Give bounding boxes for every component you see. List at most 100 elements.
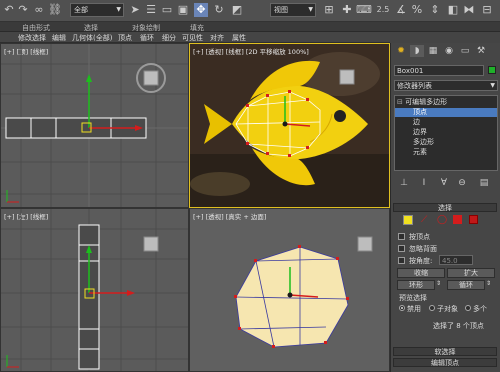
- select-manipulate-icon[interactable]: ✚: [340, 3, 354, 17]
- menu-loops[interactable]: 循环: [140, 33, 154, 43]
- undo-icon[interactable]: ↶: [2, 3, 16, 17]
- preview-off-label: 禁用: [407, 305, 421, 313]
- loop-button[interactable]: 循环: [447, 280, 485, 290]
- viewport-label[interactable]: [+] [透视] [线框] [2D 平移缩放 100%]: [193, 46, 309, 56]
- stack-subitem-polygon[interactable]: 多边形: [395, 138, 497, 147]
- axis-tripod-left: [6, 355, 19, 368]
- viewport-left[interactable]: [+] [左] [线框]: [0, 208, 189, 372]
- ignore-backfacing-checkbox[interactable]: [398, 245, 405, 252]
- scale-icon[interactable]: ◩: [230, 3, 244, 17]
- viewport-top[interactable]: [+] [顶] [线框]: [0, 43, 189, 208]
- axis-tripod-top: [6, 190, 19, 203]
- loop-spinner-icon[interactable]: ⇕: [486, 280, 491, 287]
- menu-properties[interactable]: 属性: [232, 33, 246, 43]
- stack-subitem-vertex[interactable]: 顶点: [395, 108, 497, 117]
- redo-icon[interactable]: ↷: [16, 3, 30, 17]
- element-mode-icon[interactable]: [469, 215, 478, 224]
- pivot-center-icon[interactable]: ⊞: [322, 3, 336, 17]
- create-tab-icon[interactable]: ✹: [394, 45, 408, 57]
- utilities-tab-icon[interactable]: ⚒: [474, 45, 488, 57]
- hierarchy-tab-icon[interactable]: ▦: [426, 45, 440, 57]
- polygon-mode-icon[interactable]: [453, 215, 462, 224]
- rotate-icon[interactable]: ↻: [212, 3, 226, 17]
- display-tab-icon[interactable]: ▭: [458, 45, 472, 57]
- spinner-snap-icon[interactable]: ⇕: [428, 3, 442, 17]
- ring-button[interactable]: 环形: [397, 280, 435, 290]
- modifier-stack: ⊟ 可编辑多边形 顶点 边 边界 多边形 元素: [394, 95, 498, 171]
- rollout-soft-selection-title: 软选择: [434, 348, 456, 356]
- chevron-down-icon: ▼: [116, 6, 121, 13]
- viewcube-top: [136, 63, 166, 93]
- modifier-list-label: 修改器列表: [397, 82, 432, 90]
- command-panel: ✹ ◗ ▦ ◉ ▭ ⚒ Box001 修改器列表 ▼ ⊟ 可编辑多边形 顶点 边…: [390, 43, 500, 372]
- remove-modifier-icon[interactable]: ⊖: [455, 177, 469, 189]
- menu-geometry-all[interactable]: 几何体(全部): [72, 33, 112, 43]
- stack-item-editable-poly[interactable]: ⊟ 可编辑多边形: [395, 98, 497, 107]
- configure-modifier-sets-icon[interactable]: ▤: [477, 177, 491, 189]
- selection-filter-dropdown[interactable]: 全部 ▼: [70, 3, 124, 17]
- rollout-selection-title: 选择: [438, 204, 452, 212]
- viewport-grid: [1, 44, 188, 207]
- menu-vertices[interactable]: 顶点: [118, 33, 132, 43]
- main-toolbar: ↶ ↷ ∞ ⛓ 全部 ▼ ➤ ☰ ▭ ▣ ✥ ↻ ◩ 视图 ▼ ⊞ ✚ ⌨ 2.…: [0, 0, 500, 22]
- move-icon[interactable]: ✥: [194, 3, 208, 17]
- rect-selection-icon[interactable]: ▭: [160, 3, 174, 17]
- preview-subobject-radio[interactable]: [429, 305, 435, 311]
- pin-stack-icon[interactable]: ⊥: [397, 177, 411, 189]
- link-icon[interactable]: ∞: [32, 3, 46, 17]
- border-mode-icon[interactable]: ◯: [437, 215, 447, 225]
- viewcube-persp: [339, 69, 355, 85]
- preview-multi-radio[interactable]: [465, 305, 471, 311]
- viewport-scene: [234, 236, 373, 348]
- percent-snap-icon[interactable]: %: [410, 3, 424, 17]
- viewport-perspective-shaded[interactable]: [+] [透视] [真实 + 边面]: [189, 208, 390, 372]
- viewport-perspective[interactable]: [+] [透视] [线框] [2D 平移缩放 100%]: [189, 43, 390, 208]
- object-name-field[interactable]: Box001: [394, 65, 484, 76]
- by-vertex-checkbox[interactable]: [398, 233, 405, 240]
- align-icon[interactable]: ⊟: [480, 3, 494, 17]
- menu-modify-selection[interactable]: 修改选择: [18, 33, 46, 43]
- viewcube-persp2: [357, 236, 373, 252]
- stack-subitem-element[interactable]: 元素: [395, 148, 497, 157]
- by-angle-checkbox[interactable]: [398, 257, 405, 264]
- named-selection-icon[interactable]: ◧: [446, 3, 460, 17]
- menu-edit[interactable]: 编辑: [52, 33, 66, 43]
- selection-filter-value: 全部: [74, 6, 88, 14]
- modifier-list-dropdown[interactable]: 修改器列表 ▼: [394, 80, 498, 91]
- rollout-edit-vertices[interactable]: 编辑顶点: [393, 358, 497, 367]
- shrink-button[interactable]: 收缩: [397, 268, 445, 278]
- chevron-down-icon: ▼: [490, 82, 495, 89]
- snap-toggle[interactable]: 2.5: [374, 3, 392, 17]
- edge-mode-icon[interactable]: ⟋: [421, 215, 431, 225]
- modify-tab-icon[interactable]: ◗: [410, 45, 424, 57]
- graphite-menubar: 修改选择 编辑 几何体(全部) 顶点 循环 细分 可见性 对齐 属性: [0, 32, 390, 43]
- object-color-swatch[interactable]: [488, 66, 496, 74]
- reference-coordinate-dropdown[interactable]: 视图 ▼: [270, 3, 316, 17]
- menu-align[interactable]: 对齐: [210, 33, 224, 43]
- show-end-result-icon[interactable]: I: [417, 177, 431, 189]
- preview-subobject-label: 子对象: [437, 305, 458, 313]
- rollout-selection[interactable]: 选择: [393, 203, 497, 212]
- select-by-name-icon[interactable]: ☰: [144, 3, 158, 17]
- keyboard-shortcut-icon[interactable]: ⌨: [356, 3, 372, 17]
- mirror-icon[interactable]: ⧓: [462, 3, 476, 17]
- unlink-icon[interactable]: ⛓: [48, 3, 62, 17]
- angle-snap-icon[interactable]: ∡: [394, 3, 408, 17]
- menu-visibility[interactable]: 可见性: [182, 33, 203, 43]
- preview-selection-title: 预览选择: [399, 294, 427, 302]
- stack-subitem-border[interactable]: 边界: [395, 128, 497, 137]
- vertex-mode-icon[interactable]: [403, 215, 413, 225]
- ring-spinner-icon[interactable]: ⇕: [436, 280, 441, 287]
- selection-status: 选择了 8 个顶点: [433, 322, 484, 330]
- menu-subdivision[interactable]: 细分: [162, 33, 176, 43]
- motion-tab-icon[interactable]: ◉: [442, 45, 456, 57]
- stack-subitem-edge[interactable]: 边: [395, 118, 497, 127]
- chevron-down-icon: ▼: [308, 6, 313, 13]
- window-crossing-icon[interactable]: ▣: [176, 3, 190, 17]
- preview-off-radio[interactable]: [399, 305, 405, 311]
- make-unique-icon[interactable]: ∀: [437, 177, 451, 189]
- select-object-icon[interactable]: ➤: [128, 3, 142, 17]
- rollout-soft-selection[interactable]: 软选择: [393, 347, 497, 356]
- angle-spinner[interactable]: 45.0: [439, 255, 473, 265]
- grow-button[interactable]: 扩大: [447, 268, 495, 278]
